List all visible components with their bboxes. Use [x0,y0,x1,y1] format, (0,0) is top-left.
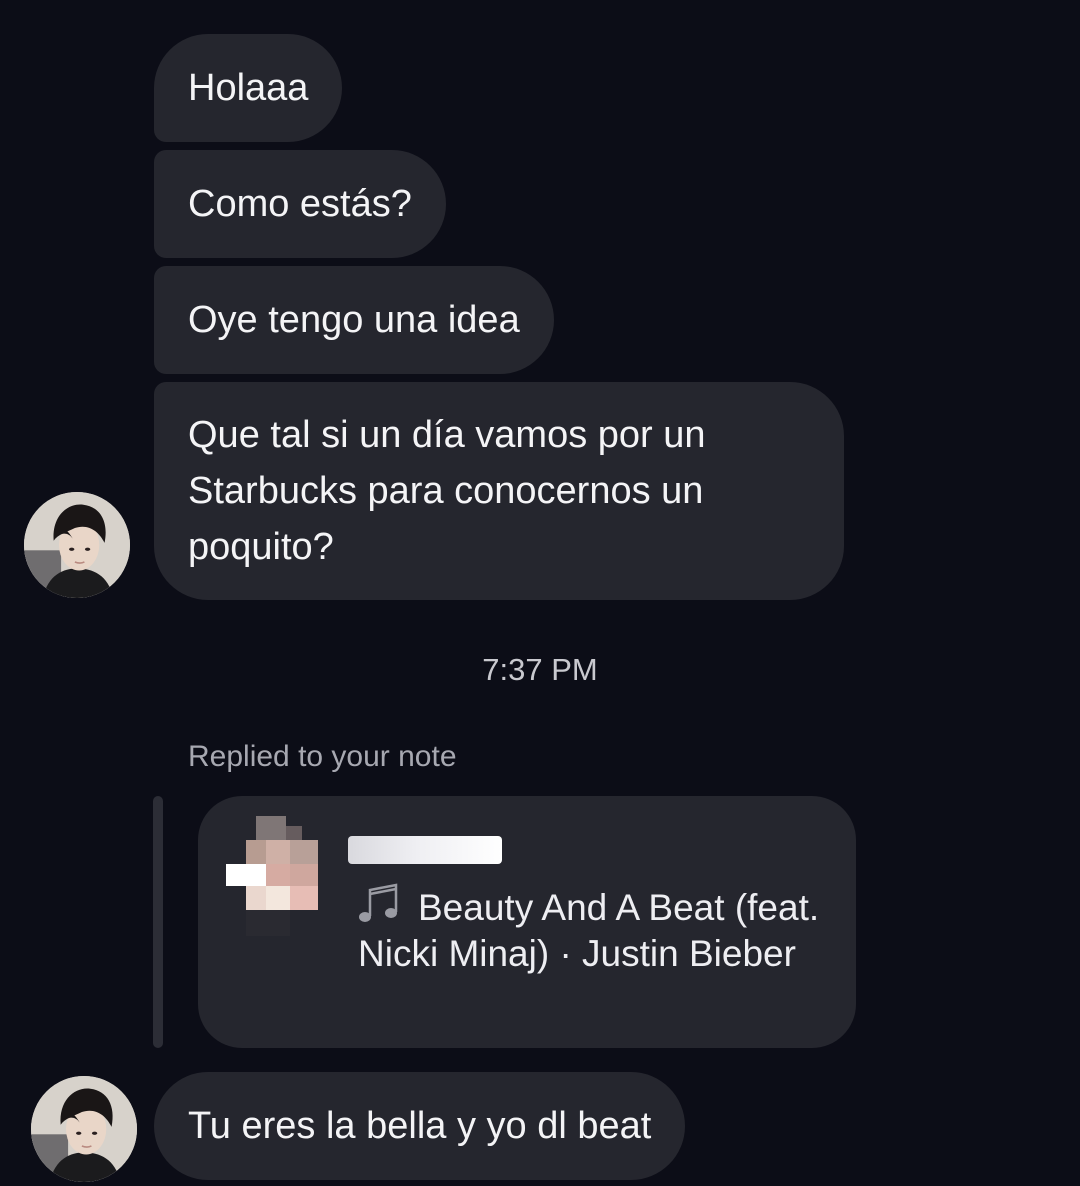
avatar-photo [31,1076,137,1182]
music-note-icon [359,883,398,922]
sender-avatar[interactable] [24,492,130,598]
note-song-info: Beauty And A Beat (feat. Nicki Minaj) · … [358,882,828,977]
message-bubble[interactable]: Como estás? [154,150,446,258]
message-text: Oye tengo una idea [188,299,520,341]
avatar-photo [24,492,130,598]
message-bubble[interactable]: Oye tengo una idea [154,266,554,374]
note-song-title: Beauty And A Beat (feat. Nicki Minaj) · … [358,887,820,974]
message-bubble[interactable]: Que tal si un día vamos por un Starbucks… [154,382,844,600]
reply-context-label: Replied to your note [188,740,457,773]
message-text: Holaaa [188,67,309,109]
message-bubble[interactable]: Holaaa [154,34,343,142]
note-author-name-redacted [348,836,502,864]
message-bubble[interactable]: Tu eres la bella y yo dl beat [154,1072,686,1180]
message-text: Que tal si un día vamos por un Starbucks… [188,414,706,568]
note-author-thumbnail [226,816,318,936]
message-text: Como estás? [188,183,412,225]
message-text: Tu eres la bella y yo dl beat [188,1105,652,1147]
message-timestamp: 7:37 PM [482,652,598,687]
reply-indicator-bar [153,796,163,1048]
replied-note-card[interactable]: Beauty And A Beat (feat. Nicki Minaj) · … [198,796,856,1048]
sender-avatar[interactable] [31,1076,137,1182]
